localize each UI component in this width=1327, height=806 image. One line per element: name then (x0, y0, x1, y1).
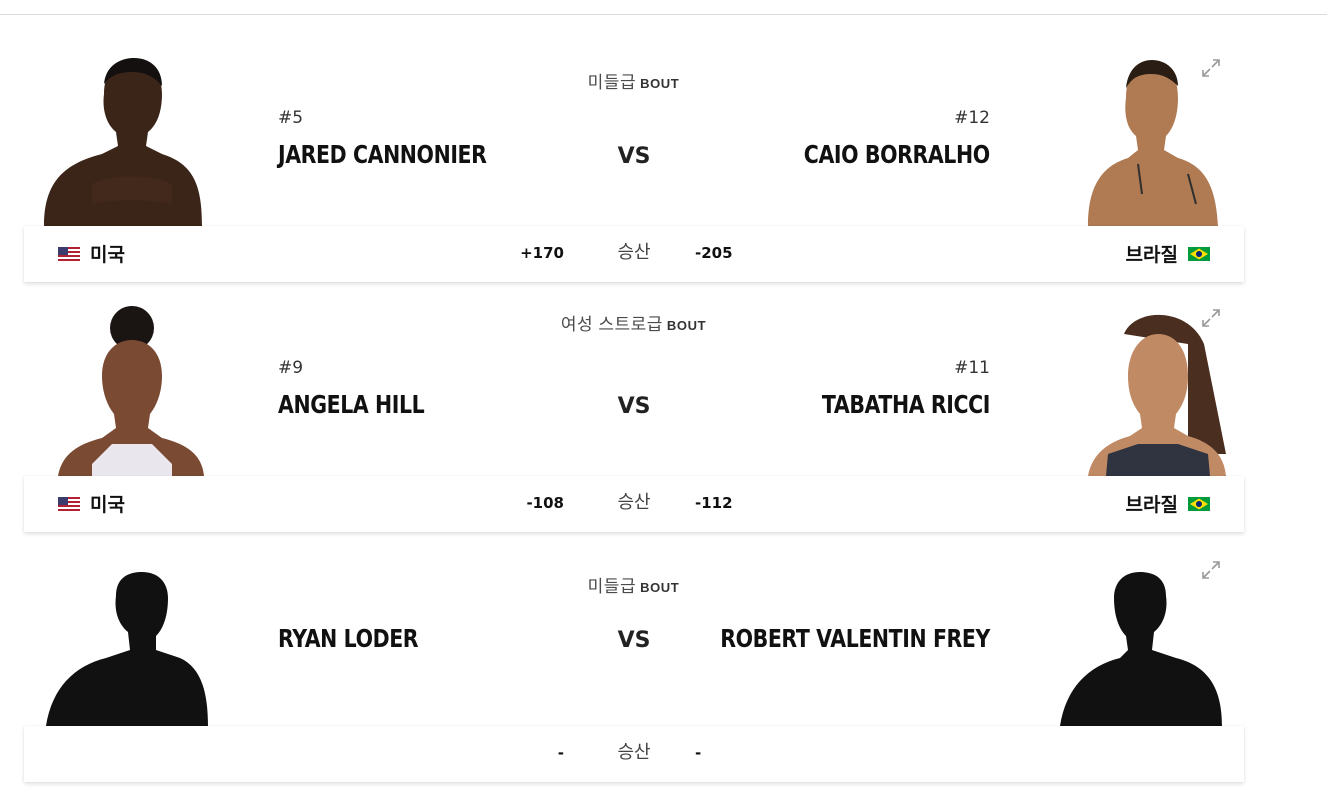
red-fighter-rank: #9 (278, 358, 304, 378)
fighter-info-bar: 미국 +170 승산 -205 브라질 (24, 226, 1244, 282)
blue-fighter-name[interactable]: CAIO BORRALHO (804, 140, 990, 169)
vs-label: VS (617, 144, 651, 169)
blue-fighter-country: 브라질 (1126, 490, 1210, 517)
blue-fighter-rank: #12 (954, 108, 990, 128)
red-fighter-rank: #5 (278, 108, 304, 128)
brazil-flag-icon (1188, 496, 1210, 511)
brazil-flag-icon (1188, 246, 1210, 261)
red-fighter-country: 미국 (58, 240, 125, 267)
red-corner-fighter-photo (44, 58, 202, 226)
blue-fighter-name[interactable]: ROBERT VALENTIN FREY (720, 624, 990, 653)
fight-card-bout-1[interactable]: 미들급 BOUT #5 JARED CANNONIER VS #12 CAIO B… (0, 54, 1327, 306)
blue-corner-fighter-silhouette (1060, 572, 1222, 726)
blue-fighter-country: 브라질 (1126, 240, 1210, 267)
blue-fighter-odds: -205 (695, 244, 733, 262)
odds-label: 승산 (617, 492, 651, 512)
blue-fighter-odds: - (695, 744, 702, 762)
fighter-info-bar: - 승산 - (24, 726, 1244, 782)
us-flag-icon (58, 496, 80, 511)
fighter-info-bar: 미국 -108 승산 -112 브라질 (24, 476, 1244, 532)
us-flag-icon (58, 246, 80, 261)
vs-label: VS (617, 394, 651, 419)
odds-label: 승산 (617, 742, 651, 762)
red-fighter-odds: +170 (520, 244, 564, 262)
blue-corner-fighter-photo (1088, 314, 1226, 476)
red-fighter-name[interactable]: JARED CANNONIER (278, 140, 487, 169)
red-fighter-name[interactable]: RYAN LODER (278, 624, 419, 653)
fight-card-bout-2[interactable]: 여성 스트로급 BOUT #9 ANGELA HILL VS #11 TABATH… (0, 304, 1327, 556)
red-corner-fighter-silhouette (46, 572, 208, 726)
blue-fighter-name[interactable]: TABATHA RICCI (822, 390, 991, 419)
red-fighter-name[interactable]: ANGELA HILL (278, 390, 425, 419)
red-corner-fighter-photo (58, 306, 204, 476)
red-fighter-odds: -108 (526, 494, 564, 512)
blue-fighter-odds: -112 (695, 494, 733, 512)
fight-card-bout-3[interactable]: 미들급 BOUT RYAN LODER VS ROBERT VALENTIN FR… (0, 554, 1327, 806)
red-fighter-odds: - (557, 744, 564, 762)
red-fighter-country: 미국 (58, 490, 125, 517)
vs-label: VS (617, 628, 651, 653)
blue-fighter-rank: #11 (954, 358, 990, 378)
blue-corner-fighter-photo (1088, 60, 1218, 226)
odds-label: 승산 (617, 242, 651, 262)
top-divider (0, 14, 1327, 15)
